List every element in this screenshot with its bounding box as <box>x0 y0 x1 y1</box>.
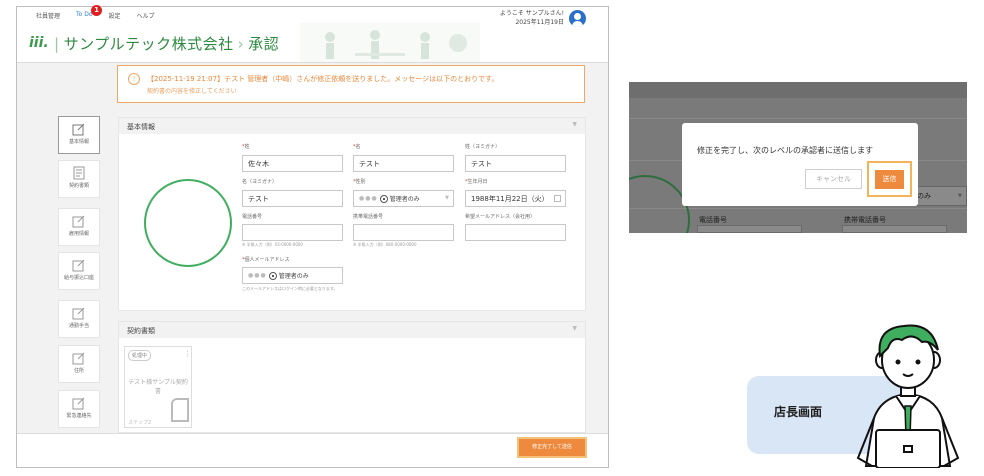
sidebar-item-commute[interactable]: 通勤手当 <box>58 300 100 338</box>
dimmed-label-mobile: 携帯電話番号 <box>844 216 886 224</box>
collapse-icon[interactable]: ▼ <box>572 121 577 128</box>
profile-photo-dimmed <box>629 175 690 233</box>
document-icon <box>171 398 189 422</box>
role-label: 店長画面 <box>774 405 823 419</box>
edit-icon <box>72 259 85 272</box>
store-manager-illustration <box>856 324 960 468</box>
complete-and-send-button[interactable]: 修正完了して送信 <box>517 437 587 458</box>
nav-employee-management[interactable]: 社員管理 <box>36 11 60 20</box>
lock-icon <box>268 271 277 280</box>
first-name-input[interactable]: テスト <box>353 155 454 172</box>
field-label: *姓 <box>242 144 250 150</box>
avatar[interactable] <box>569 10 586 27</box>
sidebar-item-label: 基本情報 <box>68 139 89 145</box>
field-label: 名（ヨミガナ） <box>242 179 278 185</box>
sidebar-item-bank-account[interactable]: 給与振込口座 <box>58 252 100 290</box>
contract-title: テスト様サンプル契約書 <box>128 379 188 395</box>
sidebar-item-basic-info[interactable]: 基本情報 <box>58 116 100 154</box>
calendar-icon[interactable] <box>554 195 561 202</box>
nav-todo[interactable]: To Do 1 <box>76 5 103 20</box>
field-label: 姓（ヨミガナ） <box>465 144 501 150</box>
section-title: 基本情報 <box>127 123 155 131</box>
nav-todo-label[interactable]: To Do <box>76 11 93 18</box>
gender-select[interactable]: ●●● 管理者のみ ▼ <box>353 190 454 207</box>
edit-icon <box>72 307 85 320</box>
cancel-button[interactable]: キャンセル <box>805 169 862 189</box>
sidebar-item-label: 給与振込口座 <box>63 275 94 281</box>
dialog-message: 修正を完了し、次のレベルの承認者に送信します <box>697 146 873 155</box>
alert-sub-message: 契約書の内容を修正してください <box>147 88 237 95</box>
contract-step: ステップ2 <box>128 420 152 426</box>
alert-message: 【2025-11-19 21:07】テスト 管理者（中嶋）さんが修正依頼を送りま… <box>147 75 499 83</box>
welcome-text: ようこそ サンプルさん! <box>499 10 564 17</box>
status-badge: 処理中 <box>128 350 152 361</box>
sidebar-item-label: 緊急連絡先 <box>66 413 92 419</box>
current-date: 2025年11月19日 <box>515 19 564 26</box>
top-nav: 社員管理 To Do 1 設定 ヘルプ <box>36 5 155 20</box>
mobile-input[interactable] <box>353 224 454 241</box>
nav-settings[interactable]: 設定 <box>109 11 121 20</box>
list-icon <box>73 166 85 180</box>
sidebar-item-address[interactable]: 住所 <box>58 345 100 383</box>
send-button[interactable]: 送信 <box>875 170 904 189</box>
sidebar-item-emergency-contact[interactable]: 緊急連絡先 <box>58 390 100 428</box>
phone-hint: ※ 半角入力（例）03-0000-0000 <box>242 242 303 247</box>
section-header[interactable]: 基本情報 ▼ <box>119 118 585 134</box>
chevron-down-icon: ▼ <box>958 193 962 199</box>
work-email-input[interactable] <box>465 224 566 241</box>
todo-count-badge: 1 <box>91 5 103 16</box>
collapse-icon[interactable]: ▼ <box>572 325 577 332</box>
sidebar-item-label: 住所 <box>73 368 84 374</box>
lock-icon <box>379 194 388 203</box>
field-label: 希望メールアドレス（会社用） <box>465 214 536 220</box>
mobile-hint: ※ 半角入力（例）080-0000-0000 <box>353 242 417 247</box>
chevron-down-icon: ▼ <box>445 195 449 201</box>
dimmed-select-text: のみ <box>917 192 931 200</box>
revision-request-alert <box>117 65 585 103</box>
last-name-kana-input[interactable]: テスト <box>465 155 566 172</box>
last-name-input[interactable]: 佐々木 <box>242 155 343 172</box>
breadcrumb-current: 承認 <box>248 35 280 53</box>
field-label: *性別 <box>353 179 366 185</box>
section-header[interactable]: 契約書類 ▼ <box>119 322 585 338</box>
section-title: 契約書類 <box>127 327 155 335</box>
page-title: | サンプルテック株式会社 › 承認 <box>54 35 280 53</box>
dimmed-mobile-input <box>842 225 947 233</box>
field-label: *名 <box>353 144 361 150</box>
birthday-input[interactable]: 1988年11月22日（火） <box>465 190 566 207</box>
phone-input[interactable] <box>242 224 343 241</box>
edit-icon <box>72 397 85 410</box>
edit-icon <box>72 123 85 136</box>
footer-divider <box>17 433 608 434</box>
edit-icon <box>72 215 85 228</box>
field-label: *個人メールアドレス <box>242 257 290 263</box>
company-name[interactable]: サンプルテック株式会社 <box>64 35 234 53</box>
privacy-indicator: ●●● 管理者のみ <box>248 271 309 280</box>
edit-icon <box>72 352 85 365</box>
breadcrumb-separator: › <box>237 35 245 53</box>
nav-help[interactable]: ヘルプ <box>137 11 155 20</box>
first-name-kana-input[interactable]: テスト <box>242 190 343 207</box>
profile-photo[interactable] <box>144 179 232 267</box>
field-label: 携帯電話番号 <box>353 214 384 220</box>
field-label: *生年月日 <box>465 179 488 185</box>
sidebar-item-label: 雇用情報 <box>68 231 89 237</box>
more-menu-icon[interactable]: ⋮ <box>184 350 191 358</box>
field-label: 電話番号 <box>242 214 263 220</box>
personal-email-hint: このメールアドレスはログイン時に必要となります。 <box>242 286 338 291</box>
brand-logo[interactable]: iii. <box>29 35 49 51</box>
dimmed-label-phone: 電話番号 <box>699 216 727 224</box>
info-icon: ! <box>128 73 140 85</box>
dimmed-phone-input <box>697 225 802 233</box>
sidebar-item-employment[interactable]: 雇用情報 <box>58 208 100 246</box>
sidebar-item-contracts[interactable]: 契約書類 <box>58 160 100 198</box>
sidebar-item-label: 契約書類 <box>68 183 89 189</box>
personal-email-input[interactable]: ●●● 管理者のみ <box>242 267 343 284</box>
header-illustration <box>300 23 480 67</box>
privacy-indicator: ●●● 管理者のみ <box>359 194 420 203</box>
sidebar-item-label: 通勤手当 <box>68 323 89 329</box>
